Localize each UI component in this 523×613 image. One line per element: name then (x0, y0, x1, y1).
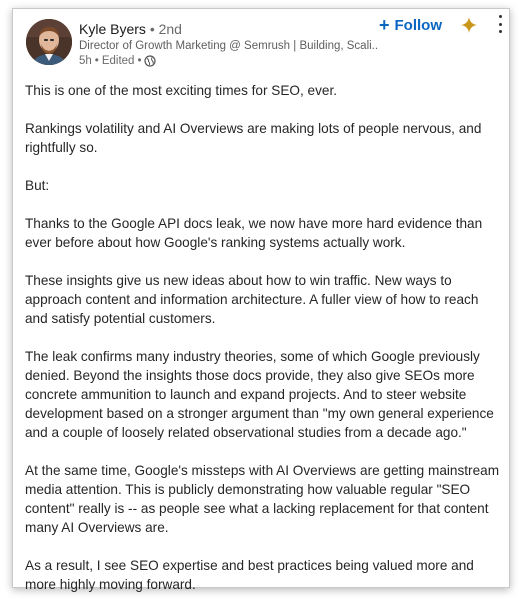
post-time: 5h (79, 55, 92, 67)
author-name[interactable]: Kyle Byers (79, 21, 146, 37)
post-paragraph: Thanks to the Google API docs leak, we n… (25, 216, 483, 250)
avatar[interactable] (26, 19, 72, 65)
meta-separator: • (137, 55, 142, 67)
post-meta: 5h • Edited • (79, 55, 157, 67)
connection-degree: 2nd (158, 21, 182, 37)
author-line: Kyle Byers • 2nd (79, 21, 182, 37)
avatar-image (26, 19, 72, 65)
separator-dot: • (149, 21, 155, 37)
follow-button[interactable]: + Follow (379, 16, 442, 34)
post-paragraph: The leak confirms many industry theories… (25, 349, 494, 440)
post-paragraph: Rankings volatility and AI Overviews are… (25, 121, 482, 155)
edited-label: Edited (101, 55, 135, 67)
follow-label: Follow (394, 16, 443, 34)
post-paragraph: This is one of the most exciting times f… (25, 83, 338, 98)
globe-icon (144, 55, 157, 67)
post-card: Kyle Byers • 2nd Director of Growth Mark… (12, 8, 510, 592)
post-body: This is one of the most exciting times f… (25, 81, 503, 613)
author-headline: Director of Growth Marketing @ Semrush |… (79, 40, 379, 52)
post-paragraph: At the same time, Google's missteps with… (25, 463, 500, 535)
post-paragraph: But: (25, 178, 50, 193)
post-paragraph: As a result, I see SEO expertise and bes… (25, 558, 474, 592)
more-vertical-icon[interactable] (497, 15, 503, 33)
post-paragraph: These insights give us new ideas about h… (25, 273, 479, 326)
sparkle-icon[interactable] (460, 16, 478, 34)
meta-separator: • (94, 55, 99, 67)
plus-icon: + (379, 15, 390, 35)
